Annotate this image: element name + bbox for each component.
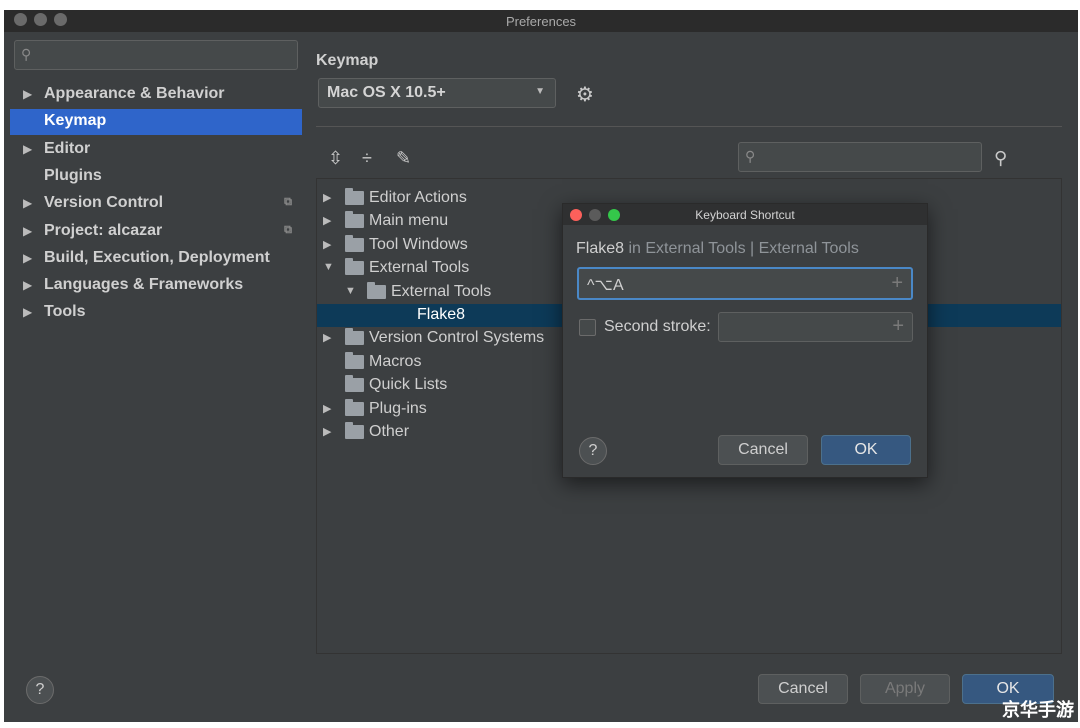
folder-icon (345, 328, 364, 346)
expand-arrow-icon[interactable]: ▶ (23, 87, 32, 101)
tree-node-label: External Tools (369, 259, 470, 277)
expand-arrow-icon[interactable]: ▶ (23, 251, 32, 265)
separator (316, 126, 1062, 127)
folder-icon (345, 398, 364, 416)
sidebar-item[interactable]: ▶ Appearance & Behavior (10, 82, 302, 108)
tree-node-label: Plug-ins (369, 399, 427, 417)
help-button[interactable]: ? (26, 676, 54, 704)
dialog-help-button[interactable]: ? (579, 437, 607, 465)
tree-node-label: Main menu (369, 212, 449, 230)
sidebar-item-label: Tools (44, 303, 86, 321)
expand-arrow-icon[interactable]: ▶ (323, 238, 331, 251)
action-name: Flake8 (576, 240, 625, 257)
second-stroke-field[interactable]: + (718, 312, 913, 342)
dialog-title: Keyboard Shortcut (695, 208, 795, 222)
action-context: Flake8 in External Tools | External Tool… (576, 240, 859, 258)
expand-arrow-icon[interactable]: ▶ (23, 278, 32, 292)
expand-arrow-icon[interactable]: ▶ (23, 305, 32, 319)
top-white-band (776, 0, 1080, 10)
sidebar-item-label: Keymap (44, 112, 107, 130)
tree-node-label: Macros (369, 352, 422, 370)
gear-icon[interactable]: ⚙ (576, 82, 594, 107)
window-title: Preferences (505, 14, 577, 29)
project-scope-icon: ⧉ (284, 223, 292, 236)
expand-arrow-icon[interactable]: ▶ (323, 214, 331, 227)
sidebar-item-label: Project: alcazar (44, 221, 163, 239)
sidebar-item-label: Version Control (44, 194, 164, 212)
plus-icon[interactable]: + (891, 272, 903, 295)
folder-icon (345, 375, 364, 393)
first-stroke-value: ^⌥A (587, 277, 624, 294)
external-tools-icon (345, 258, 364, 276)
dialog-cancel-button[interactable]: Cancel (718, 435, 808, 465)
keyboard-shortcut-dialog: Keyboard Shortcut Flake8 in External Too… (562, 203, 928, 478)
project-scope-icon: ⧉ (284, 196, 292, 209)
menu-icon (345, 211, 364, 229)
keymap-select-value: Mac OS X 10.5+ (327, 84, 446, 101)
cancel-button[interactable]: Cancel (758, 674, 848, 704)
expand-arrow-icon[interactable]: ▶ (323, 425, 331, 438)
expand-arrow-icon[interactable]: ▶ (323, 331, 331, 344)
expand-arrow-icon[interactable]: ▶ (23, 196, 32, 210)
collapse-arrow-icon[interactable]: ▼ (345, 285, 356, 297)
sidebar-item[interactable]: Keymap (10, 109, 302, 136)
find-by-shortcut-icon[interactable]: ⚲ (994, 148, 1007, 169)
sidebar-item[interactable]: ▶ Languages & Frameworks (10, 273, 302, 299)
expand-all-icon[interactable]: ⇳ (328, 148, 343, 169)
dialog-title-bar: Keyboard Shortcut (563, 204, 927, 225)
sidebar-item-label: Editor (44, 139, 91, 157)
sidebar-item[interactable]: Plugins (10, 164, 302, 190)
expand-arrow-icon[interactable]: ▶ (23, 224, 32, 238)
sidebar-item-label: Appearance & Behavior (44, 85, 225, 102)
edit-icon[interactable]: ✎ (396, 148, 411, 169)
plus-icon[interactable]: + (892, 315, 904, 338)
collapse-all-icon[interactable]: ÷ (362, 148, 372, 169)
title-bar: Preferences (4, 10, 1078, 32)
search-icon: ⚲ (21, 46, 32, 62)
sidebar-item-label: Build, Execution, Deployment (44, 248, 270, 266)
watermark: 京华手游 (1002, 700, 1074, 721)
second-stroke-label: Second stroke: (604, 318, 711, 335)
apply-button[interactable]: Apply (860, 674, 950, 704)
tree-node-label: Version Control Systems (369, 329, 545, 347)
sidebar-item[interactable]: ▶ Tools (10, 300, 302, 326)
page-title: Keymap (316, 52, 379, 69)
sidebar-item-label: Languages & Frameworks (44, 276, 244, 294)
editor-actions-icon (345, 188, 364, 205)
expand-arrow-icon[interactable]: ▶ (323, 402, 331, 415)
tree-node-label: Other (369, 423, 410, 440)
action-path: in External Tools | External Tools (624, 240, 859, 257)
expand-arrow-icon[interactable]: ▶ (323, 191, 331, 204)
sidebar-item[interactable]: ▶ Project: alcazar ⧉ (10, 219, 302, 245)
sidebar-item-label: Plugins (44, 166, 102, 184)
tree-node-label: External Tools (391, 282, 492, 300)
second-stroke-checkbox[interactable] (579, 319, 596, 336)
settings-sidebar: ⚲ ▶ Appearance & Behavior Keymap ▶ Editor Plu… (10, 38, 302, 658)
tree-node-label: Quick Lists (369, 376, 448, 394)
tree-node-label: Tool Windows (369, 235, 468, 253)
folder-icon (367, 281, 386, 299)
top-white-band (0, 0, 302, 10)
collapse-arrow-icon[interactable]: ▼ (323, 261, 334, 273)
action-filter-field[interactable]: ⚲ (738, 142, 982, 172)
dialog-ok-button[interactable]: OK (821, 435, 911, 465)
sidebar-item[interactable]: ▶ Version Control ⧉ (10, 191, 302, 217)
chevron-down-icon: ▼ (535, 86, 545, 97)
search-icon: ⚲ (745, 148, 756, 164)
expand-arrow-icon[interactable]: ▶ (23, 142, 32, 156)
tree-node-label: Flake8 (417, 306, 466, 323)
sidebar-search-field[interactable]: ⚲ (14, 40, 298, 70)
keymap-select[interactable]: Mac OS X 10.5+ ▼ (318, 78, 556, 108)
other-icon (345, 422, 364, 439)
folder-icon (345, 234, 364, 252)
sidebar-item[interactable]: ▶ Editor (10, 137, 302, 163)
sidebar-item[interactable]: ▶ Build, Execution, Deployment (10, 246, 302, 272)
first-stroke-field[interactable]: ^⌥A + (577, 267, 913, 300)
tree-node-label: Editor Actions (369, 189, 467, 206)
folder-icon (345, 351, 364, 369)
